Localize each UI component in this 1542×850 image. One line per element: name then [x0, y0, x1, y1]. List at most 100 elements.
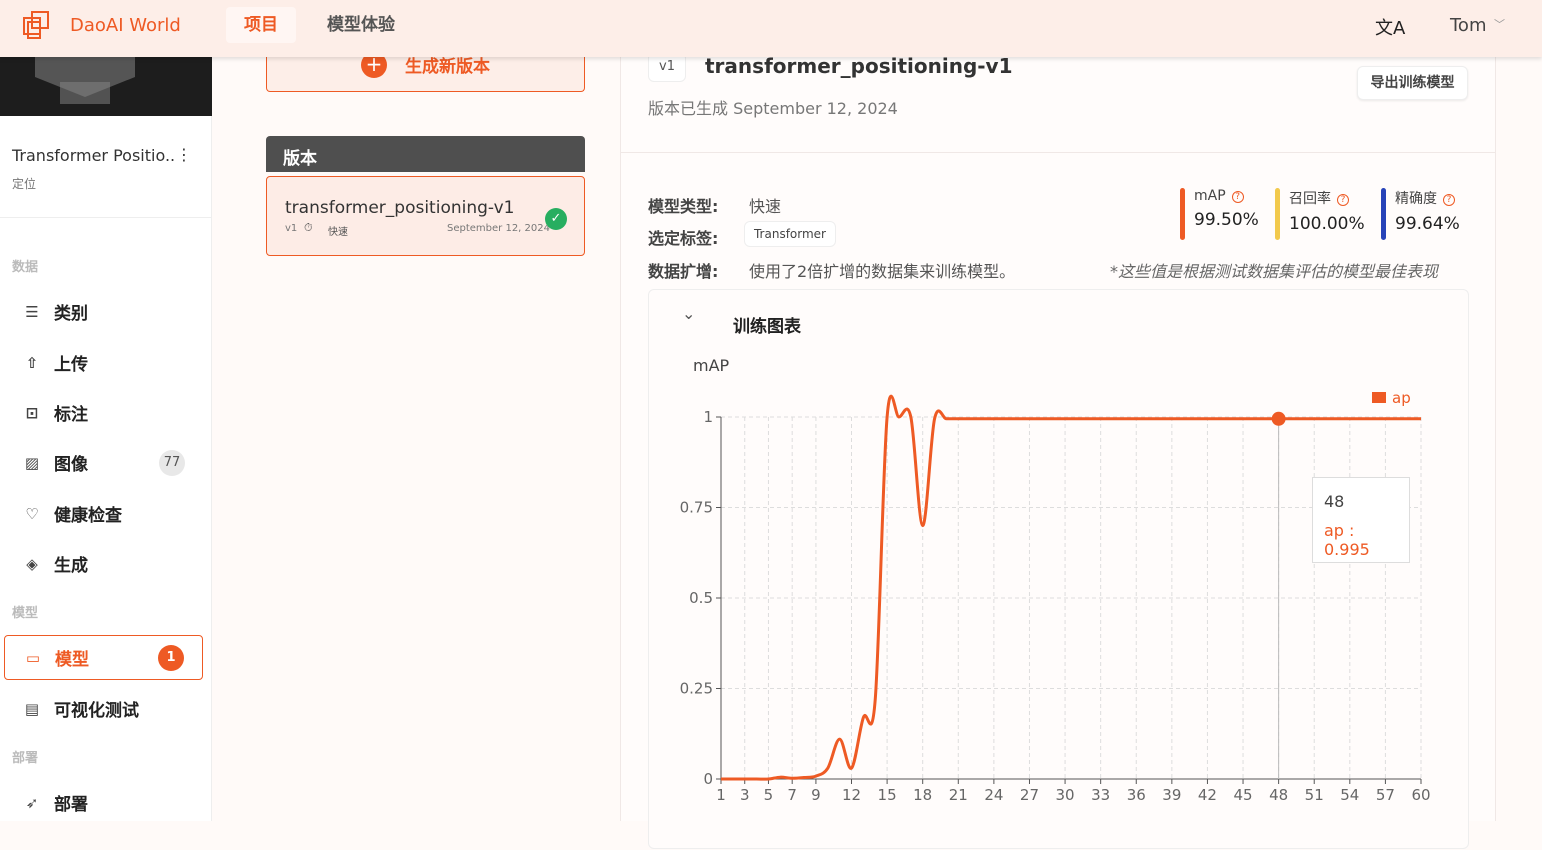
metric-recall: 召回率? 100.00% [1275, 188, 1365, 240]
brand-name[interactable]: DaoAI World [70, 15, 181, 36]
project-type: 定位 [12, 177, 37, 191]
label: 生成 [54, 556, 88, 576]
augmentation-label: 数据扩增: [648, 262, 719, 281]
label: 模型 [55, 650, 89, 670]
y-tick-label: 0.25 [680, 680, 713, 698]
chevron-down-icon[interactable]: ﹀ [1494, 16, 1505, 32]
sidebar: Transformer Positio.. ⋮ 定位 数据 ☰ 类别 ⇧ 上传 ⊡ 标… [0, 57, 212, 821]
training-chart-card: ⌄ 训练图表 mAP 1 3 5 7 9 12 15 18 21 24 27 30 33 36 39 42 45… [648, 289, 1469, 849]
label: 标注 [54, 405, 88, 425]
label: 健康检查 [54, 506, 122, 526]
rocket-icon: ➶ [25, 793, 39, 812]
version-date: September 12, 2024 [447, 223, 550, 234]
label: 部署 [54, 795, 88, 815]
label: 类别 [54, 304, 88, 324]
sidebar-item-visual-test[interactable]: ▤ 可视化测试 [4, 686, 203, 731]
project-name: Transformer Positio.. [12, 146, 176, 165]
x-tick-label: 7 [787, 786, 797, 804]
series-line-ap [721, 394, 1421, 781]
metric-label: 精确度 [1395, 191, 1437, 207]
version-card[interactable]: transformer_positioning-v1 v1 ⏱ 快速 Septe… [266, 176, 585, 256]
x-tick-label: 42 [1198, 786, 1217, 804]
help-icon[interactable]: ? [1443, 194, 1455, 206]
sidebar-item-deploy[interactable]: ➶ 部署 [4, 780, 203, 825]
label: 上传 [54, 355, 88, 375]
metric-precision: 精确度? 99.64% [1381, 188, 1460, 240]
generated-date: 版本已生成 September 12, 2024 [648, 99, 898, 118]
x-tick-label: 33 [1091, 786, 1110, 804]
y-tick-label: 0.5 [689, 589, 713, 607]
legend-label: ap [1392, 389, 1411, 407]
more-options-icon[interactable]: ⋮ [176, 145, 192, 164]
model-type-value: 快速 [749, 197, 782, 216]
metric-value: 100.00% [1289, 214, 1365, 234]
x-tick-label: 1 [716, 786, 726, 804]
x-tick-label: 27 [1020, 786, 1039, 804]
layers-icon: ◈ [26, 554, 38, 573]
help-icon[interactable]: ? [1231, 191, 1244, 203]
x-tick-label: 36 [1127, 786, 1146, 804]
list-icon: ☰ [25, 302, 39, 321]
x-tick-label: 51 [1305, 786, 1324, 804]
heart-icon: ♡ [25, 504, 39, 523]
sidebar-item-health-check[interactable]: ♡ 健康检查 [4, 491, 203, 536]
sidebar-item-upload[interactable]: ⇧ 上传 [4, 340, 203, 385]
metric-label: 召回率 [1289, 191, 1331, 207]
logo-icon [23, 11, 49, 39]
metrics-note: *这些值是根据测试数据集评估的模型最佳表现 [1110, 262, 1439, 281]
image-count-badge: 77 [159, 449, 185, 476]
sidebar-item-models[interactable]: ▭ 模型 1 [4, 635, 203, 680]
legend-swatch [1372, 392, 1386, 403]
user-menu[interactable]: Tom [1450, 15, 1486, 36]
augmentation-value: 使用了2倍扩增的数据集来训练模型。 [749, 262, 1016, 281]
nav-projects[interactable]: 项目 [226, 7, 296, 43]
x-tick-label: 39 [1162, 786, 1181, 804]
section-data: 数据 [12, 260, 39, 275]
tooltip-x: 48 [1324, 492, 1345, 511]
y-tick-label: 0.75 [680, 499, 713, 517]
project-thumbnail [0, 57, 212, 116]
x-tick-label: 60 [1411, 786, 1430, 804]
metric-value: 99.64% [1395, 214, 1460, 234]
annotate-icon: ⊡ [25, 403, 39, 422]
x-tick-label: 5 [764, 786, 774, 804]
x-tick-label: 15 [878, 786, 897, 804]
page-title: transformer_positioning-v1 [705, 54, 1013, 78]
sidebar-item-images[interactable]: ▨ 图像 77 [4, 440, 203, 485]
metric-label: mAP [1194, 188, 1226, 204]
x-tick-label: 21 [949, 786, 968, 804]
version-speed: 快速 [328, 227, 348, 238]
sidebar-item-classes[interactable]: ☰ 类别 [4, 289, 203, 334]
highlighted-point [1271, 411, 1286, 426]
top-header: DaoAI World 项目 模型体验 文A Tom ﹀ [0, 0, 1542, 57]
x-tick-label: 57 [1376, 786, 1395, 804]
document-icon: ▤ [24, 699, 40, 718]
x-tick-label: 48 [1269, 786, 1288, 804]
divider [620, 152, 1496, 153]
metric-map: mAP? 99.50% [1180, 188, 1259, 240]
sidebar-item-generate[interactable]: ◈ 生成 [4, 541, 203, 586]
x-tick-label: 9 [811, 786, 821, 804]
model-type-label: 模型类型: [648, 197, 719, 216]
help-icon[interactable]: ? [1337, 194, 1349, 206]
map-line-chart: 1 3 5 7 9 12 15 18 21 24 27 30 33 36 39 42 45 48 51 54 57 600… [680, 389, 1431, 804]
version-name: transformer_positioning-v1 [285, 198, 515, 218]
label: 可视化测试 [54, 701, 139, 721]
chart-tooltip: 48 ap : 0.995 [1312, 477, 1410, 563]
y-tick-label: 0 [703, 770, 713, 788]
section-deploy: 部署 [12, 751, 39, 766]
stopwatch-icon: ⏱ [304, 221, 313, 234]
nav-model-experience[interactable]: 模型体验 [309, 7, 413, 43]
label: 图像 [54, 455, 88, 475]
sidebar-item-annotate[interactable]: ⊡ 标注 [4, 390, 203, 435]
export-model-button[interactable]: 导出训练模型 [1357, 66, 1468, 100]
versions-header: 版本 [266, 136, 585, 172]
divider [0, 217, 212, 218]
version-tag: v1 [285, 223, 298, 234]
x-tick-label: 18 [913, 786, 932, 804]
translate-icon[interactable]: 文A [1375, 14, 1405, 40]
metric-value: 99.50% [1194, 210, 1259, 230]
section-model: 模型 [12, 606, 39, 621]
image-icon: ▨ [24, 453, 40, 472]
x-tick-label: 30 [1056, 786, 1075, 804]
